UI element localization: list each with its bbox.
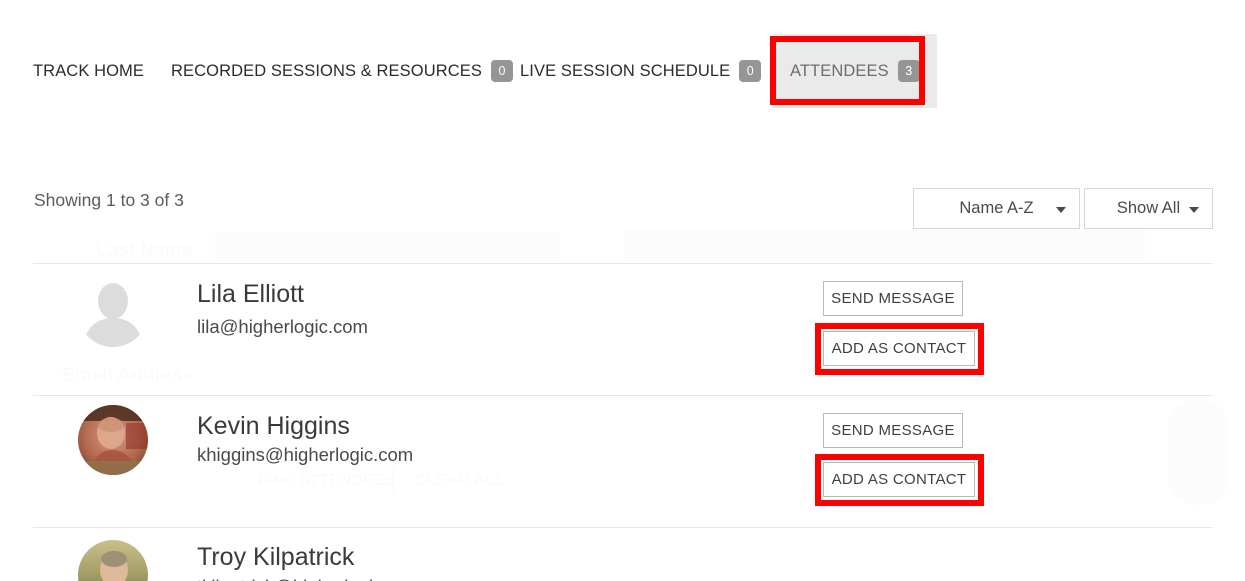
attendee-name[interactable]: Troy Kilpatrick: [197, 545, 354, 570]
tab-attendees-badge: 3: [897, 60, 920, 82]
tab-attendees-label: ATTENDEES: [790, 61, 889, 80]
send-message-button[interactable]: SEND MESSAGE: [823, 413, 963, 448]
tab-track-home[interactable]: TRACK HOME: [33, 34, 144, 108]
placeholder-avatar-icon: [78, 277, 148, 347]
attendee-row: Lila Elliott lila@higherlogic.com SEND M…: [0, 264, 1245, 395]
ghost-panel-2: [625, 230, 1145, 260]
filter-select[interactable]: Show All: [1084, 188, 1213, 229]
sort-select-value: Name A-Z: [959, 199, 1034, 218]
tab-recorded-sessions-resources-badge: 0: [490, 60, 513, 82]
tab-live-session-schedule[interactable]: LIVE SESSION SCHEDULE 0: [520, 34, 762, 108]
tab-attendees[interactable]: ATTENDEES 3: [773, 34, 937, 108]
attendee-email: lila@higherlogic.com: [197, 316, 368, 337]
photo-avatar: [78, 405, 148, 475]
add-as-contact-button[interactable]: ADD AS CONTACT: [823, 331, 975, 366]
attendee-row: Kevin Higgins khiggins@higherlogic.com S…: [0, 396, 1245, 527]
avatar: [78, 277, 148, 347]
filter-select-value: Show All: [1116, 199, 1181, 218]
tab-recorded-sessions-resources-label: RECORDED SESSIONS & RESOURCES: [171, 61, 482, 80]
tab-track-home-label: TRACK HOME: [33, 61, 145, 80]
chevron-down-icon: [1056, 206, 1066, 213]
add-as-contact-button[interactable]: ADD AS CONTACT: [823, 462, 975, 497]
avatar: [78, 405, 148, 475]
showing-count-text: Showing 1 to 3 of 3: [34, 190, 184, 210]
avatar: [78, 540, 148, 581]
send-message-button[interactable]: SEND MESSAGE: [823, 281, 963, 316]
tab-live-session-schedule-badge: 0: [739, 60, 762, 82]
sort-select[interactable]: Name A-Z: [913, 188, 1080, 229]
ghost-label-last-name: Last Name: [96, 240, 193, 261]
chevron-down-icon: [1189, 206, 1199, 213]
attendee-name[interactable]: Kevin Higgins: [197, 414, 350, 439]
attendee-email: khiggins@higherlogic.com: [197, 444, 414, 465]
tab-live-session-schedule-label: LIVE SESSION SCHEDULE: [520, 61, 731, 80]
attendee-row: Troy Kilpatrick tkilpatrick@higherlogic.…: [0, 528, 1245, 581]
tab-recorded-sessions-resources[interactable]: RECORDED SESSIONS & RESOURCES 0: [171, 34, 513, 108]
track-tab-bar: TRACK HOME RECORDED SESSIONS & RESOURCES…: [0, 34, 1245, 108]
photo-avatar: [78, 540, 148, 581]
attendee-name[interactable]: Lila Elliott: [197, 282, 304, 307]
ghost-panel-1: [215, 232, 560, 260]
